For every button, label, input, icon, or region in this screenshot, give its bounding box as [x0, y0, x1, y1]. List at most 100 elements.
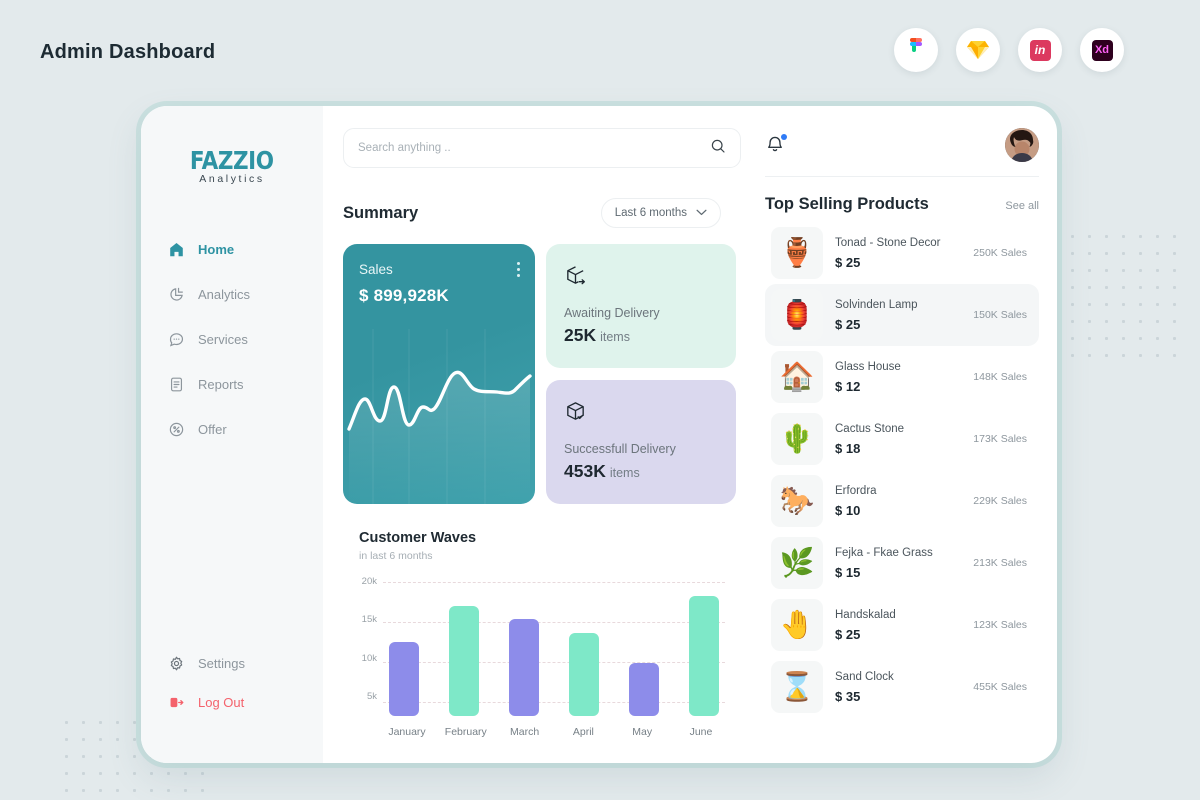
product-info: Handskalad $ 25 — [835, 609, 961, 642]
sales-value: $ 899,928K — [359, 286, 449, 305]
product-sales-count: 150K Sales — [973, 309, 1027, 321]
sales-card: Sales $ 899,928K — [343, 244, 535, 504]
sidebar-bottom-nav: Settings Log Out — [141, 655, 323, 741]
see-all-link[interactable]: See all — [1005, 200, 1039, 212]
customer-waves-subtitle: in last 6 months — [359, 550, 433, 562]
x-tick-label: April — [572, 726, 594, 738]
bar[interactable] — [629, 663, 659, 716]
sidebar-item-label: Services — [198, 332, 248, 347]
main-content: Summary Last 6 months Sales $ 899,928K — [323, 106, 1057, 763]
home-icon — [168, 241, 185, 258]
sidebar-item-label: Analytics — [198, 287, 251, 302]
sidebar-item-offer[interactable]: Offer — [168, 421, 323, 438]
product-row[interactable]: 🏮 Solvinden Lamp $ 25 150K Sales — [765, 284, 1039, 346]
product-info: Erfordra $ 10 — [835, 485, 961, 518]
avatar[interactable] — [1005, 128, 1039, 162]
top-selling-header: Top Selling Products See all — [765, 195, 1039, 214]
sidebar-item-reports[interactable]: Reports — [168, 376, 323, 393]
sidebar-item-home[interactable]: Home — [168, 241, 323, 258]
chat-bubble-icon — [168, 331, 185, 348]
invision-icon[interactable]: in — [1018, 28, 1062, 72]
top-selling-title: Top Selling Products — [765, 195, 929, 213]
adobe-xd-icon[interactable]: Xd — [1080, 28, 1124, 72]
product-row[interactable]: 🐎 Erfordra $ 10 229K Sales — [765, 470, 1039, 532]
bar[interactable] — [449, 606, 479, 716]
awaiting-delivery-unit: items — [600, 330, 630, 344]
invision-glyph: in — [1029, 39, 1051, 61]
product-sales-count: 173K Sales — [973, 433, 1027, 445]
x-tick-label: January — [388, 726, 426, 738]
logo-wordmark: FAZZIO — [190, 146, 274, 175]
bar[interactable] — [509, 619, 539, 716]
sidebar-item-settings[interactable]: Settings — [168, 655, 323, 672]
kebab-menu-icon[interactable] — [517, 262, 520, 280]
chart-y-axis: 20k 15k 10k 5k — [343, 576, 377, 702]
y-tick-label: 5k — [366, 690, 377, 702]
sidebar: FAZZIO Analytics Home Analytics Services… — [141, 106, 323, 763]
date-range-label: Last 6 months — [614, 207, 687, 219]
successful-delivery-number: 453K — [564, 461, 606, 481]
sidebar-item-label: Log Out — [198, 695, 245, 710]
dashboard-card: FAZZIO Analytics Home Analytics Services… — [141, 106, 1057, 763]
product-info: Glass House $ 12 — [835, 361, 961, 394]
search-icon[interactable] — [710, 138, 726, 159]
center-column: Summary Last 6 months Sales $ 899,928K — [323, 106, 743, 763]
sketch-icon[interactable] — [956, 28, 1000, 72]
product-thumbnail: 🏺 — [771, 227, 823, 279]
product-thumbnail: 🤚 — [771, 599, 823, 651]
summary-title: Summary — [343, 203, 419, 222]
product-list: 🏺 Tonad - Stone Decor $ 25 250K Sales 🏮 Solvi… — [765, 222, 1039, 718]
product-sales-count: 148K Sales — [973, 371, 1027, 383]
right-column: Top Selling Products See all 🏺 Tonad - St… — [743, 106, 1057, 763]
product-row[interactable]: 🏺 Tonad - Stone Decor $ 25 250K Sales — [765, 222, 1039, 284]
right-header — [765, 128, 1039, 162]
product-price: $ 25 — [835, 316, 861, 332]
product-price: $ 35 — [835, 688, 861, 704]
delivery-cards-column: Awaiting Delivery 25K items Successfull … — [546, 244, 736, 504]
customer-waves-chart: 20k 15k 10k 5k January February March Ap… — [343, 576, 725, 763]
successful-delivery-label: Successfull Delivery — [564, 442, 676, 456]
awaiting-delivery-card: Awaiting Delivery 25K items — [546, 244, 736, 368]
x-tick-label: March — [510, 726, 540, 738]
sidebar-item-analytics[interactable]: Analytics — [168, 286, 323, 303]
tool-icon-group: in Xd — [894, 28, 1124, 72]
product-thumbnail: 🏠 — [771, 351, 823, 403]
brand-logo: FAZZIO Analytics — [141, 146, 323, 185]
product-info: Fejka - Fkae Grass $ 15 — [835, 547, 961, 580]
sidebar-item-label: Home — [198, 242, 235, 257]
document-icon — [168, 376, 185, 393]
product-thumbnail: 🐎 — [771, 475, 823, 527]
y-tick-label: 20k — [361, 576, 377, 587]
dashboard-page: Admin Dashboard in Xd FAZZIO Analytics H… — [0, 0, 1200, 800]
product-name: Tonad - Stone Decor — [835, 236, 941, 249]
product-row[interactable]: 🏠 Glass House $ 12 148K Sales — [765, 346, 1039, 408]
product-row[interactable]: 🤚 Handskalad $ 25 123K Sales — [765, 594, 1039, 656]
bar[interactable] — [569, 632, 599, 716]
sidebar-item-logout[interactable]: Log Out — [168, 694, 323, 711]
gear-icon — [168, 655, 185, 672]
product-row[interactable]: 🌿 Fejka - Fkae Grass $ 15 213K Sales — [765, 532, 1039, 594]
awaiting-delivery-value: 25K items — [564, 325, 718, 346]
product-price: $ 12 — [835, 378, 861, 394]
sidebar-item-services[interactable]: Services — [168, 331, 323, 348]
y-tick-label: 15k — [361, 614, 377, 626]
search-bar[interactable] — [343, 128, 741, 168]
date-range-selector[interactable]: Last 6 months — [600, 198, 721, 228]
package-arrow-icon — [564, 266, 587, 291]
bar[interactable] — [389, 641, 419, 716]
top-bar: Admin Dashboard in Xd — [0, 0, 1200, 106]
chart-plot-area — [383, 576, 725, 716]
product-row[interactable]: 🌵 Cactus Stone $ 18 173K Sales — [765, 408, 1039, 470]
figma-icon[interactable] — [894, 28, 938, 72]
customer-waves-section: Customer Waves in last 6 months 20k 15k … — [343, 530, 743, 763]
bar[interactable] — [689, 596, 719, 716]
product-price: $ 25 — [835, 626, 861, 642]
awaiting-delivery-number: 25K — [564, 325, 597, 345]
product-name: Sand Clock — [835, 670, 894, 683]
sidebar-item-label: Settings — [198, 656, 245, 671]
product-row[interactable]: ⌛ Sand Clock $ 35 455K Sales — [765, 656, 1039, 718]
search-input[interactable] — [358, 142, 710, 154]
notification-bell-button[interactable] — [765, 134, 787, 156]
y-tick-label: 10k — [361, 652, 377, 664]
